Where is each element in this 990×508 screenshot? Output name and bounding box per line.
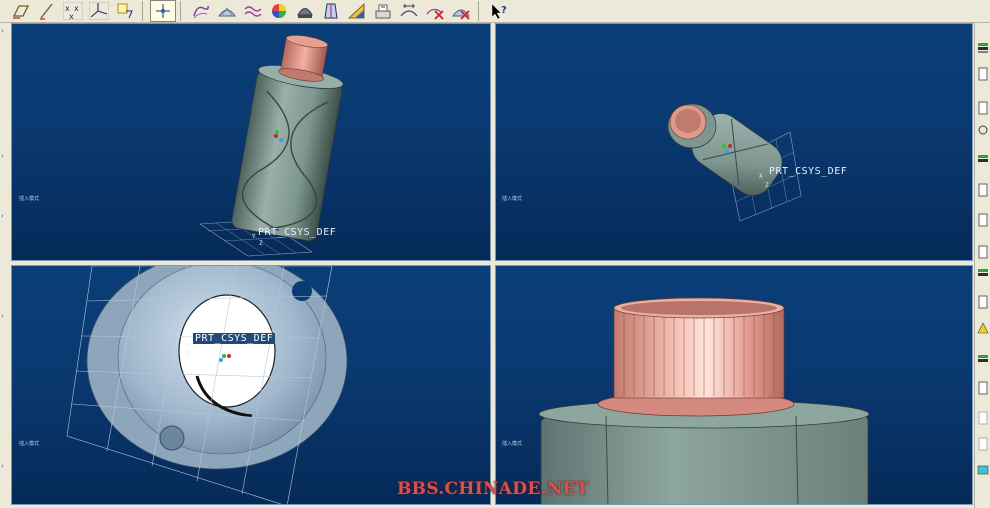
viewport-bottom-right[interactable]: 插入模式: [495, 265, 973, 505]
mode-label: 插入模式: [19, 441, 40, 447]
color-map-icon[interactable]: [266, 0, 292, 22]
tool-icon[interactable]: [976, 321, 990, 335]
svg-text:Z: Z: [259, 240, 263, 247]
whats-this-icon[interactable]: ?: [486, 0, 512, 22]
datum-plane-icon[interactable]: [8, 0, 34, 22]
hide-analysis-icon[interactable]: [448, 0, 474, 22]
model-view-top: X Z: [66, 266, 348, 504]
wave-curve-icon[interactable]: [240, 0, 266, 22]
section-icon[interactable]: [370, 0, 396, 22]
layer-icon[interactable]: [976, 353, 990, 367]
document-icon[interactable]: [976, 245, 990, 259]
chevron-right-icon: ›: [1, 212, 4, 220]
svg-text:Z: Z: [765, 182, 769, 189]
surface-analysis-icon[interactable]: [214, 0, 240, 22]
tool-icon[interactable]: [976, 463, 990, 477]
chevron-right-icon: ›: [1, 462, 4, 470]
measure-icon[interactable]: [396, 0, 422, 22]
layer-icon[interactable]: [976, 267, 990, 281]
csys-label[interactable]: PRT_CSYS_DEF: [769, 166, 847, 177]
spin-center-icon[interactable]: [150, 0, 176, 22]
datum-point-icon[interactable]: xxx: [60, 0, 86, 22]
document-icon[interactable]: [976, 67, 990, 81]
document-icon[interactable]: [976, 437, 990, 451]
chevron-right-icon: ›: [1, 312, 4, 320]
mode-label: 插入模式: [502, 441, 523, 447]
csys-label[interactable]: PRT_CSYS_DEF: [193, 333, 276, 344]
slope-icon[interactable]: [344, 0, 370, 22]
mode-label: 插入模式: [502, 196, 523, 202]
mode-label: 插入模式: [19, 196, 40, 202]
analysis-toolbar: xxx ?: [0, 0, 990, 23]
chevron-right-icon: ›: [1, 152, 4, 160]
document-icon[interactable]: [976, 411, 990, 425]
svg-text:x: x: [74, 4, 79, 13]
layer-icon[interactable]: [976, 41, 990, 55]
right-tool-panel: [974, 23, 990, 508]
document-icon[interactable]: [976, 183, 990, 197]
left-edge-strip: › › › › ›: [0, 23, 11, 508]
svg-text:?: ?: [501, 5, 507, 16]
svg-text:X: X: [759, 173, 763, 180]
model-view-small: X Z: [667, 103, 802, 222]
document-icon[interactable]: [976, 213, 990, 227]
svg-text:X: X: [187, 342, 191, 349]
document-icon[interactable]: [976, 295, 990, 309]
viewport-top-right[interactable]: X Z PRT_CSYS_DEF 插入模式: [495, 23, 973, 261]
chevron-right-icon: ›: [1, 27, 4, 35]
svg-text:Y: Y: [252, 233, 256, 240]
tool-icon[interactable]: [976, 123, 990, 137]
shade-icon[interactable]: [292, 0, 318, 22]
curve-analysis-icon[interactable]: [188, 0, 214, 22]
svg-text:Z: Z: [187, 351, 191, 358]
viewport-bottom-left[interactable]: X Z PRT_CSYS_DEF 插入模式: [11, 265, 491, 505]
toolbar-separator: [180, 1, 186, 21]
svg-text:x: x: [69, 12, 74, 20]
datum-axis-icon[interactable]: [34, 0, 60, 22]
csys-label[interactable]: PRT_CSYS_DEF: [258, 227, 336, 238]
layer-icon[interactable]: [976, 153, 990, 167]
draft-check-icon[interactable]: [318, 0, 344, 22]
model-view-tilted: Y Z: [199, 35, 344, 257]
document-icon[interactable]: [976, 381, 990, 395]
datum-csys-icon[interactable]: [86, 0, 112, 22]
toolbar-separator: [478, 1, 484, 21]
toolbar-separator: [142, 1, 148, 21]
delete-analysis-icon[interactable]: [422, 0, 448, 22]
document-icon[interactable]: [976, 101, 990, 115]
watermark: BBS.CHINADE.NET: [397, 479, 589, 499]
sketch-icon[interactable]: [112, 0, 138, 22]
viewport-top-left[interactable]: Y Z PRT_CSYS_DEF 插入模式: [11, 23, 491, 261]
model-view-closeup: [538, 297, 870, 504]
pro-engineer-window: xxx ? › › › › › Y Z PRT_CSYS_DEF 插入模式 X …: [0, 0, 990, 508]
